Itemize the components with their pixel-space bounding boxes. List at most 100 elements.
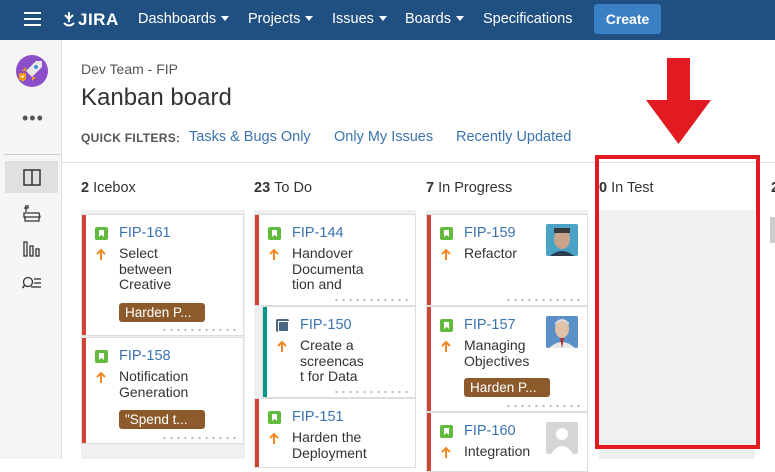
issue-summary: Integration bbox=[464, 443, 531, 460]
quick-filter-recently-updated[interactable]: Recently Updated bbox=[456, 129, 571, 145]
priority-high-icon bbox=[269, 433, 279, 444]
summary-line: Create a bbox=[300, 337, 354, 353]
summary-line: Harden the bbox=[292, 429, 362, 445]
nav-projects[interactable]: Projects bbox=[248, 0, 314, 40]
project-avatar-icon[interactable] bbox=[16, 55, 48, 87]
chevron-down-icon bbox=[305, 15, 314, 21]
summary-line: tion and bbox=[292, 276, 342, 292]
nav-label: Projects bbox=[248, 11, 301, 27]
issue-card-fip-161[interactable]: FIP-161 Select between Creative Harden P… bbox=[81, 214, 244, 336]
story-icon bbox=[95, 350, 108, 363]
issue-key[interactable]: FIP-144 bbox=[292, 225, 344, 241]
priority-high-icon bbox=[96, 372, 106, 383]
more-icon[interactable]: ••• bbox=[22, 108, 44, 129]
priority-bar bbox=[82, 215, 86, 335]
red-arrow-icon bbox=[646, 58, 711, 144]
summary-line: Managing bbox=[464, 337, 526, 353]
column-header-in-progress: 7 In Progress bbox=[426, 180, 512, 196]
nav-boards[interactable]: Boards bbox=[405, 0, 464, 40]
issue-card-fip-158[interactable]: FIP-158 Notification Generation "Spend t… bbox=[81, 337, 244, 444]
summary-line: Select bbox=[119, 245, 158, 261]
nav-dashboards[interactable]: Dashboards bbox=[138, 0, 230, 40]
summary-line: screencas bbox=[300, 352, 364, 369]
card-grabber-dots bbox=[333, 298, 411, 302]
summary-line: Notification bbox=[119, 368, 189, 384]
issue-card-fip-157[interactable]: FIP-157 Managing Objectives Harden P... bbox=[426, 306, 588, 412]
column-count: 23 bbox=[254, 180, 271, 196]
priority-bar bbox=[427, 215, 431, 305]
chevron-down-icon bbox=[221, 15, 230, 21]
priority-bar bbox=[427, 307, 431, 411]
nav-label: Specifications bbox=[483, 11, 573, 27]
issue-summary: Notification Generation bbox=[119, 368, 189, 400]
task-icon bbox=[276, 319, 289, 332]
issue-key[interactable]: FIP-151 bbox=[292, 409, 344, 425]
issue-summary: Refactor bbox=[464, 245, 517, 262]
epic-label[interactable]: Harden P... bbox=[464, 378, 550, 397]
story-icon bbox=[268, 411, 281, 424]
summary-line: Handover bbox=[292, 245, 353, 261]
issue-card-fip-160[interactable]: FIP-160 Integration bbox=[426, 412, 588, 472]
story-icon bbox=[268, 227, 281, 240]
summary-line: Integration bbox=[464, 443, 531, 459]
issue-key[interactable]: FIP-157 bbox=[464, 317, 516, 333]
issue-card-fip-159[interactable]: FIP-159 Refactor bbox=[426, 214, 588, 306]
column-name: Icebox bbox=[93, 180, 136, 196]
summary-line: t for Data bbox=[300, 368, 358, 384]
priority-high-icon bbox=[269, 249, 279, 260]
story-icon bbox=[440, 319, 453, 332]
summary-line: Refactor bbox=[464, 245, 517, 261]
issue-summary: Select between Creative bbox=[119, 245, 172, 293]
jira-logo[interactable]: JIRA bbox=[62, 9, 119, 31]
column-count: 2 bbox=[771, 180, 775, 196]
issue-key[interactable]: FIP-158 bbox=[119, 348, 171, 364]
menu-icon[interactable] bbox=[24, 12, 41, 26]
project-sidebar: ••• bbox=[0, 40, 62, 459]
epic-label[interactable]: Harden P... bbox=[119, 303, 205, 322]
issue-summary: Handover Documenta tion and bbox=[292, 245, 364, 293]
user-avatar-icon[interactable] bbox=[546, 422, 578, 454]
priority-bar bbox=[427, 413, 431, 471]
search-issues-icon[interactable] bbox=[5, 267, 58, 299]
card-grabber-dots bbox=[161, 328, 239, 332]
reports-icon[interactable] bbox=[5, 232, 58, 264]
epic-label[interactable]: "Spend t... bbox=[119, 410, 205, 429]
logo-text: JIRA bbox=[78, 10, 119, 29]
user-avatar-icon[interactable] bbox=[546, 224, 578, 256]
quick-filters-label: QUICK FILTERS: bbox=[81, 131, 181, 145]
issue-summary: Create a screencas t for Data bbox=[300, 337, 364, 385]
issue-key[interactable]: FIP-150 bbox=[300, 317, 352, 333]
card-grabber-dots bbox=[161, 436, 239, 440]
create-button[interactable]: Create bbox=[594, 4, 661, 34]
issue-card-fip-151[interactable]: FIP-151 Harden the Deployment bbox=[254, 398, 416, 468]
quick-filter-my-issues[interactable]: Only My Issues bbox=[334, 129, 433, 145]
chevron-down-icon bbox=[455, 15, 464, 21]
issue-card-fip-150[interactable]: FIP-150 Create a screencas t for Data bbox=[262, 306, 416, 398]
nav-issues[interactable]: Issues bbox=[332, 0, 387, 40]
user-avatar-icon[interactable] bbox=[546, 316, 578, 348]
priority-high-icon bbox=[277, 341, 287, 352]
story-icon bbox=[440, 425, 453, 438]
sidebar-divider bbox=[4, 154, 60, 155]
issue-card-fip-144[interactable]: FIP-144 Handover Documenta tion and bbox=[254, 214, 416, 306]
issue-key[interactable]: FIP-161 bbox=[119, 225, 171, 241]
card-grabber-dots bbox=[333, 390, 411, 394]
board-icon[interactable] bbox=[5, 161, 58, 193]
summary-line: Objectives bbox=[464, 352, 530, 369]
issue-key[interactable]: FIP-160 bbox=[464, 423, 516, 439]
breadcrumb[interactable]: Dev Team - FIP bbox=[81, 61, 178, 77]
backlog-icon[interactable] bbox=[5, 197, 58, 229]
story-icon bbox=[95, 227, 108, 240]
nav-label: Dashboards bbox=[138, 11, 217, 27]
column-header-next: 2 bbox=[771, 180, 775, 196]
priority-high-icon bbox=[441, 341, 451, 352]
column-header-todo: 23 To Do bbox=[254, 180, 312, 196]
priority-high-icon bbox=[441, 249, 451, 260]
nav-specifications[interactable]: Specifications bbox=[483, 0, 572, 40]
nav-label: Issues bbox=[332, 11, 374, 27]
card-grabber-dots bbox=[505, 404, 583, 408]
issue-summary: Harden the Deployment bbox=[292, 429, 367, 461]
quick-filter-tasks-bugs[interactable]: Tasks & Bugs Only bbox=[189, 129, 311, 145]
issue-key[interactable]: FIP-159 bbox=[464, 225, 516, 241]
summary-line: Generation bbox=[119, 383, 189, 400]
